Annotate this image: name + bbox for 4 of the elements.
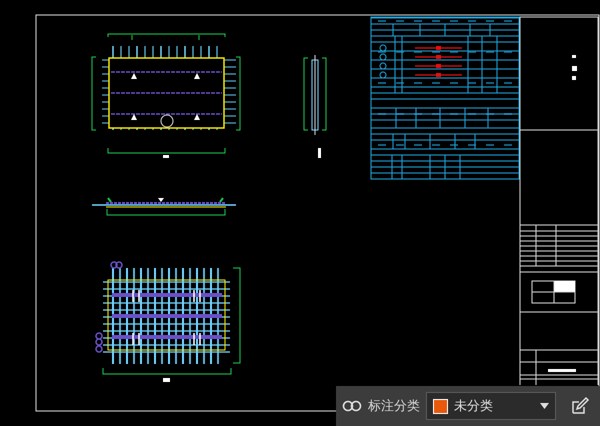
- caret-icon: [540, 403, 549, 409]
- link-icon[interactable]: [342, 400, 362, 412]
- category-dropdown[interactable]: 未分类: [426, 392, 556, 420]
- category-label: 标注分类: [368, 398, 420, 415]
